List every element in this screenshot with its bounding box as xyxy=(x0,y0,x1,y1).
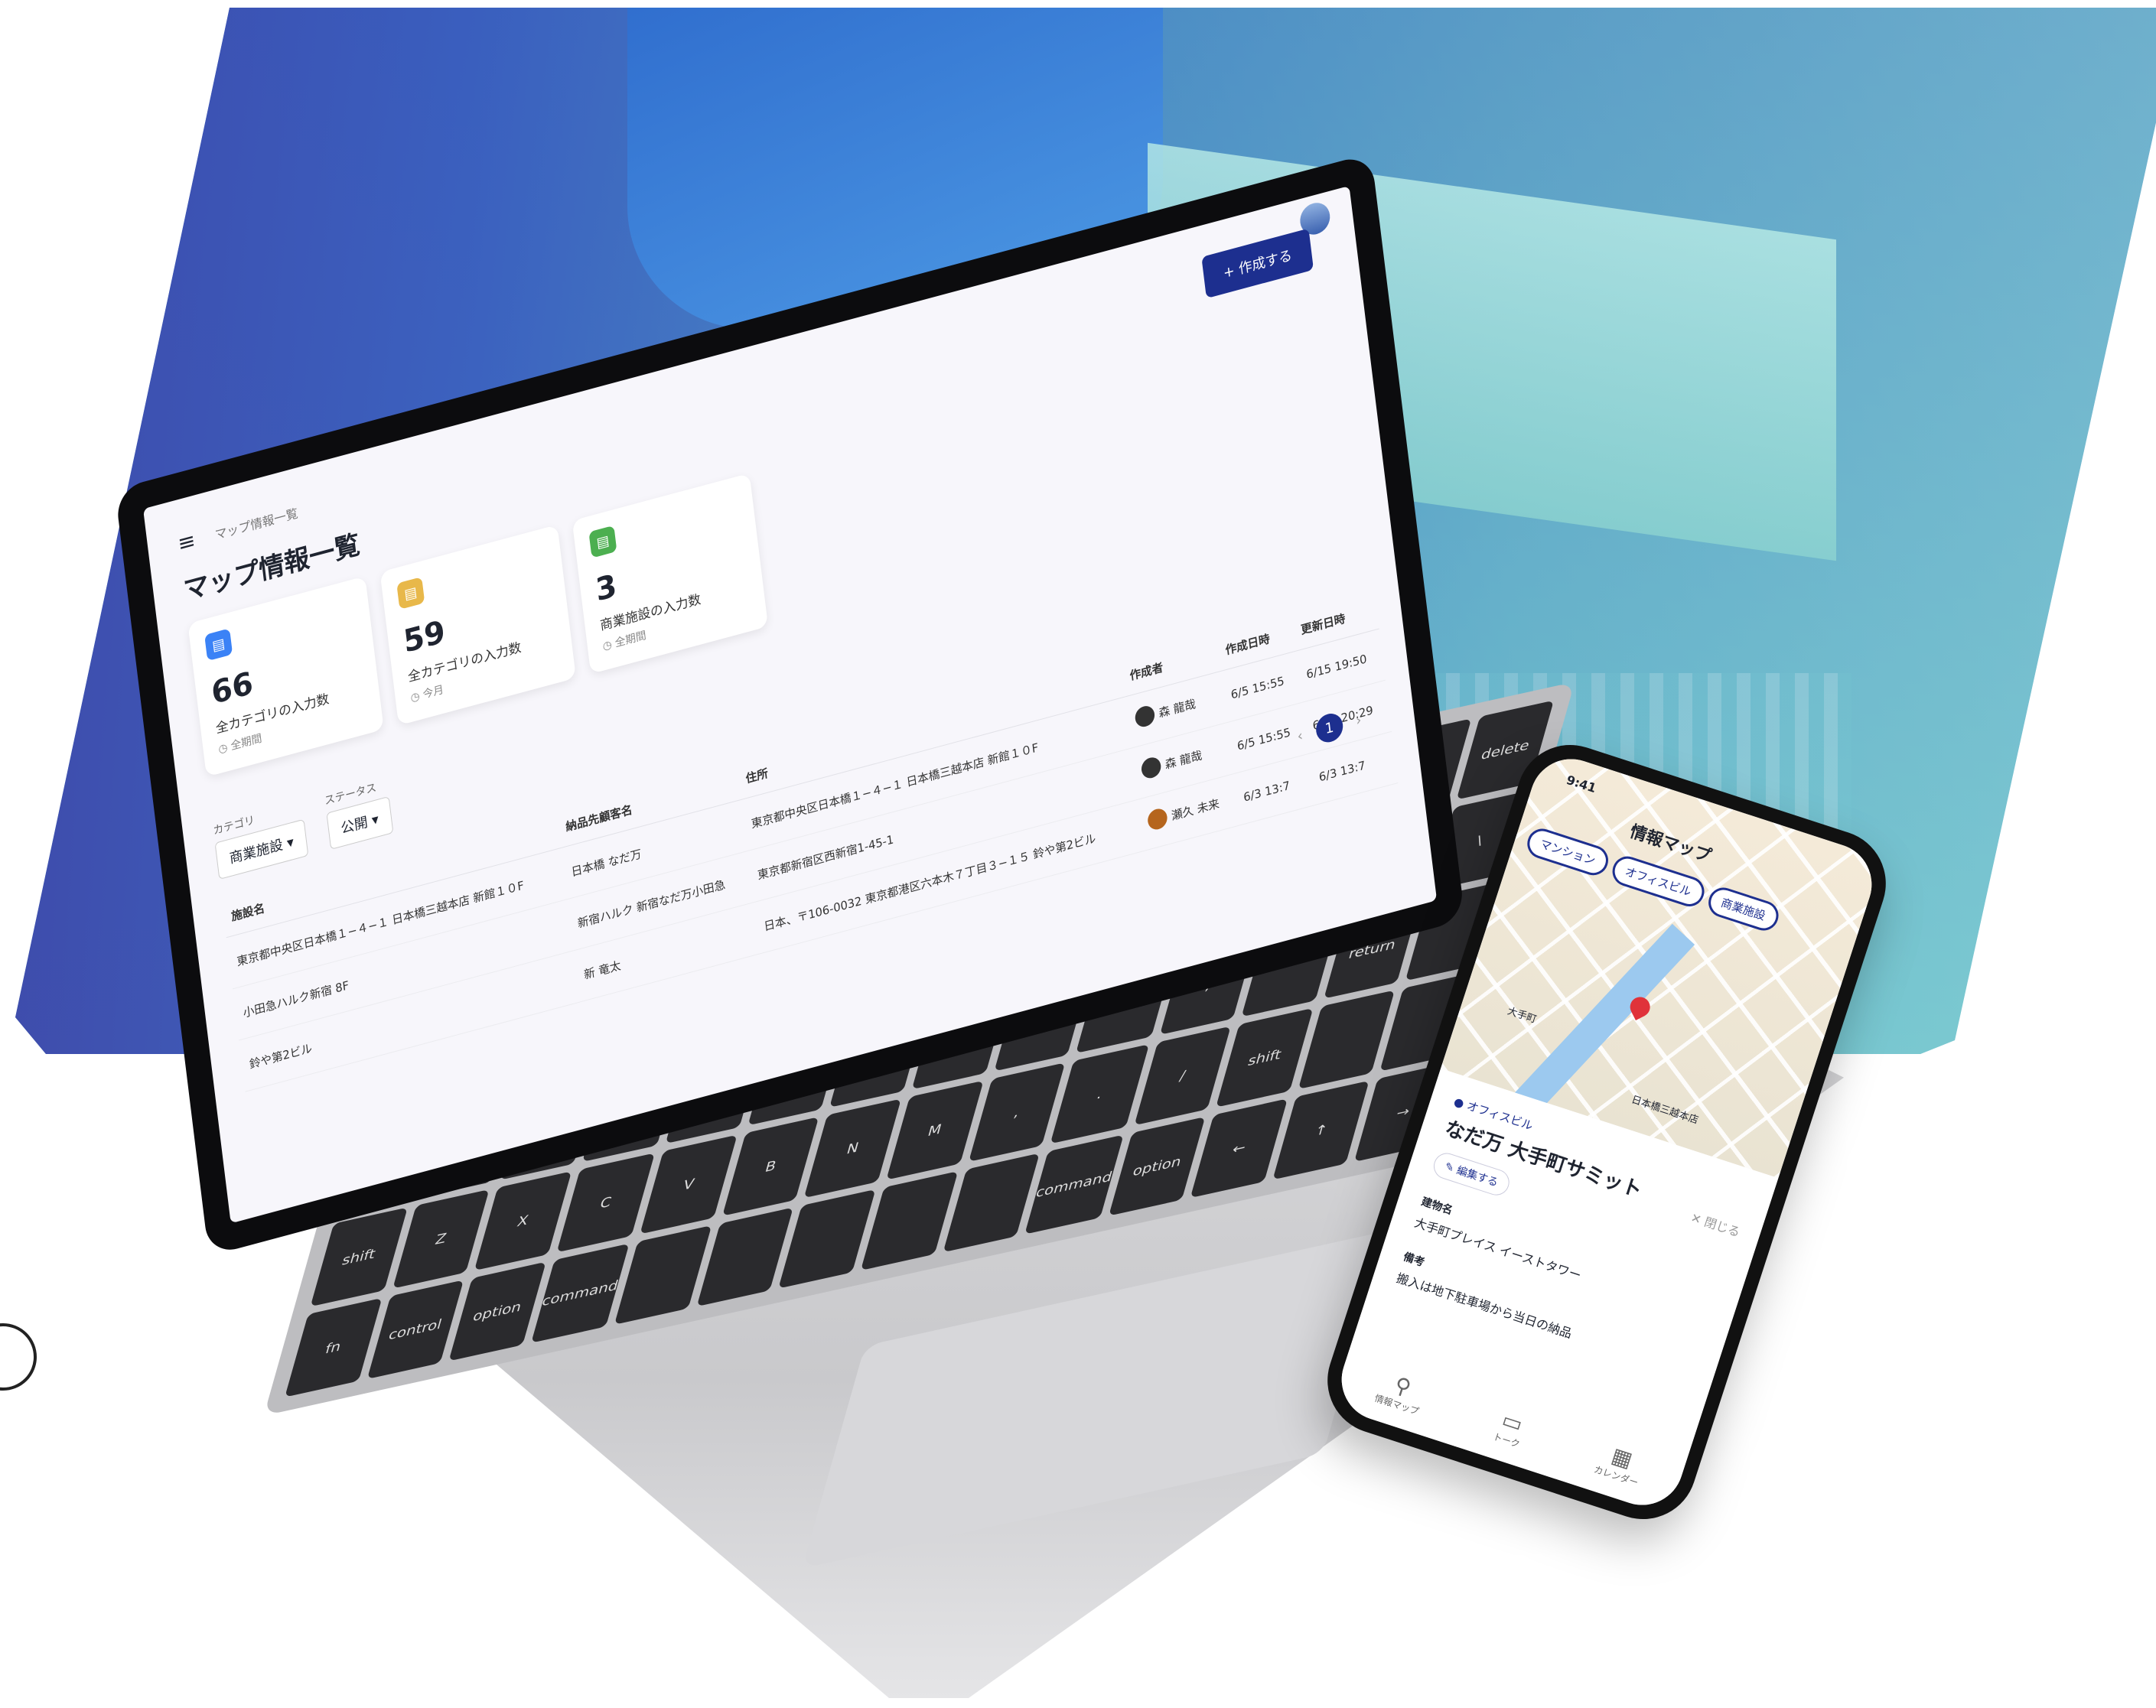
breadcrumb[interactable]: マップ情報一覧 xyxy=(213,503,299,543)
field-value: 搬入は地下駐車場から当日の納品 xyxy=(1394,1270,1575,1342)
keyboard-key[interactable]: N xyxy=(804,1098,901,1199)
keyboard-key[interactable]: fn xyxy=(285,1297,382,1397)
stat-card-all: ▤ 66 全カテゴリの入力数 ◷ 全期間 xyxy=(187,576,384,777)
keyboard-key[interactable]: option xyxy=(1108,1116,1206,1216)
keyboard-key[interactable]: command xyxy=(530,1243,630,1343)
keyboard-key[interactable]: V xyxy=(640,1134,738,1235)
hamburger-menu-icon[interactable]: ≡ xyxy=(177,527,197,557)
clock-icon: ◷ xyxy=(217,740,232,756)
keyboard-key[interactable]: B xyxy=(721,1116,819,1216)
keyboard-key[interactable]: M xyxy=(886,1080,984,1180)
keyboard-key[interactable]: shift xyxy=(1216,1007,1314,1108)
clock-icon: ◷ xyxy=(409,688,424,705)
keyboard-key[interactable]: control xyxy=(366,1280,464,1380)
author-avatar xyxy=(1146,806,1168,832)
keyboard-key[interactable]: Z xyxy=(392,1189,490,1289)
author-avatar xyxy=(1133,704,1156,730)
keyboard-key[interactable]: ↑ xyxy=(1272,1080,1370,1180)
keyboard-key[interactable] xyxy=(943,1153,1040,1253)
tab-talk[interactable]: ▭ トーク xyxy=(1491,1406,1529,1451)
clock-icon: ◷ xyxy=(601,637,616,653)
keyboard-key[interactable] xyxy=(696,1207,794,1307)
map-label: 大手町 xyxy=(1506,1005,1538,1026)
keyboard-key[interactable]: option xyxy=(448,1261,546,1362)
status-filter[interactable]: ステータス 公開 ▾ xyxy=(324,776,393,851)
prev-page-button[interactable]: ‹ xyxy=(1296,727,1304,745)
chevron-down-icon: ▾ xyxy=(285,834,295,852)
decorative-ring xyxy=(0,1323,37,1391)
category-filter[interactable]: カテゴリ 商業施設 ▾ xyxy=(212,799,309,880)
keyboard-key[interactable] xyxy=(778,1189,876,1289)
keyboard-key[interactable]: . xyxy=(1050,1044,1150,1144)
keyboard-key[interactable]: C xyxy=(556,1153,656,1253)
keyboard-key[interactable]: command xyxy=(1024,1134,1124,1235)
keyboard-key[interactable] xyxy=(1298,990,1396,1090)
keyboard-key[interactable] xyxy=(614,1225,712,1325)
keyboard-key[interactable]: ← xyxy=(1190,1098,1288,1199)
document-icon: ▤ xyxy=(588,525,617,558)
keyboard-key[interactable]: , xyxy=(968,1062,1066,1163)
create-button[interactable]: + 作成する xyxy=(1201,228,1314,299)
stat-card-month: ▤ 59 全カテゴリの入力数 ◷ 今月 xyxy=(379,524,576,726)
chevron-down-icon: ▾ xyxy=(370,811,380,829)
stat-card-commercial: ▤ 3 商業施設の入力数 ◷ 全期間 xyxy=(572,473,769,675)
author-avatar xyxy=(1140,755,1162,781)
map-label: 日本橋三越本店 xyxy=(1630,1094,1700,1127)
keyboard-key[interactable]: X xyxy=(474,1171,572,1271)
document-icon: ▤ xyxy=(396,577,425,610)
document-icon: ▤ xyxy=(204,628,233,662)
keyboard-key[interactable] xyxy=(860,1171,958,1271)
keyboard-key[interactable]: / xyxy=(1134,1026,1232,1126)
